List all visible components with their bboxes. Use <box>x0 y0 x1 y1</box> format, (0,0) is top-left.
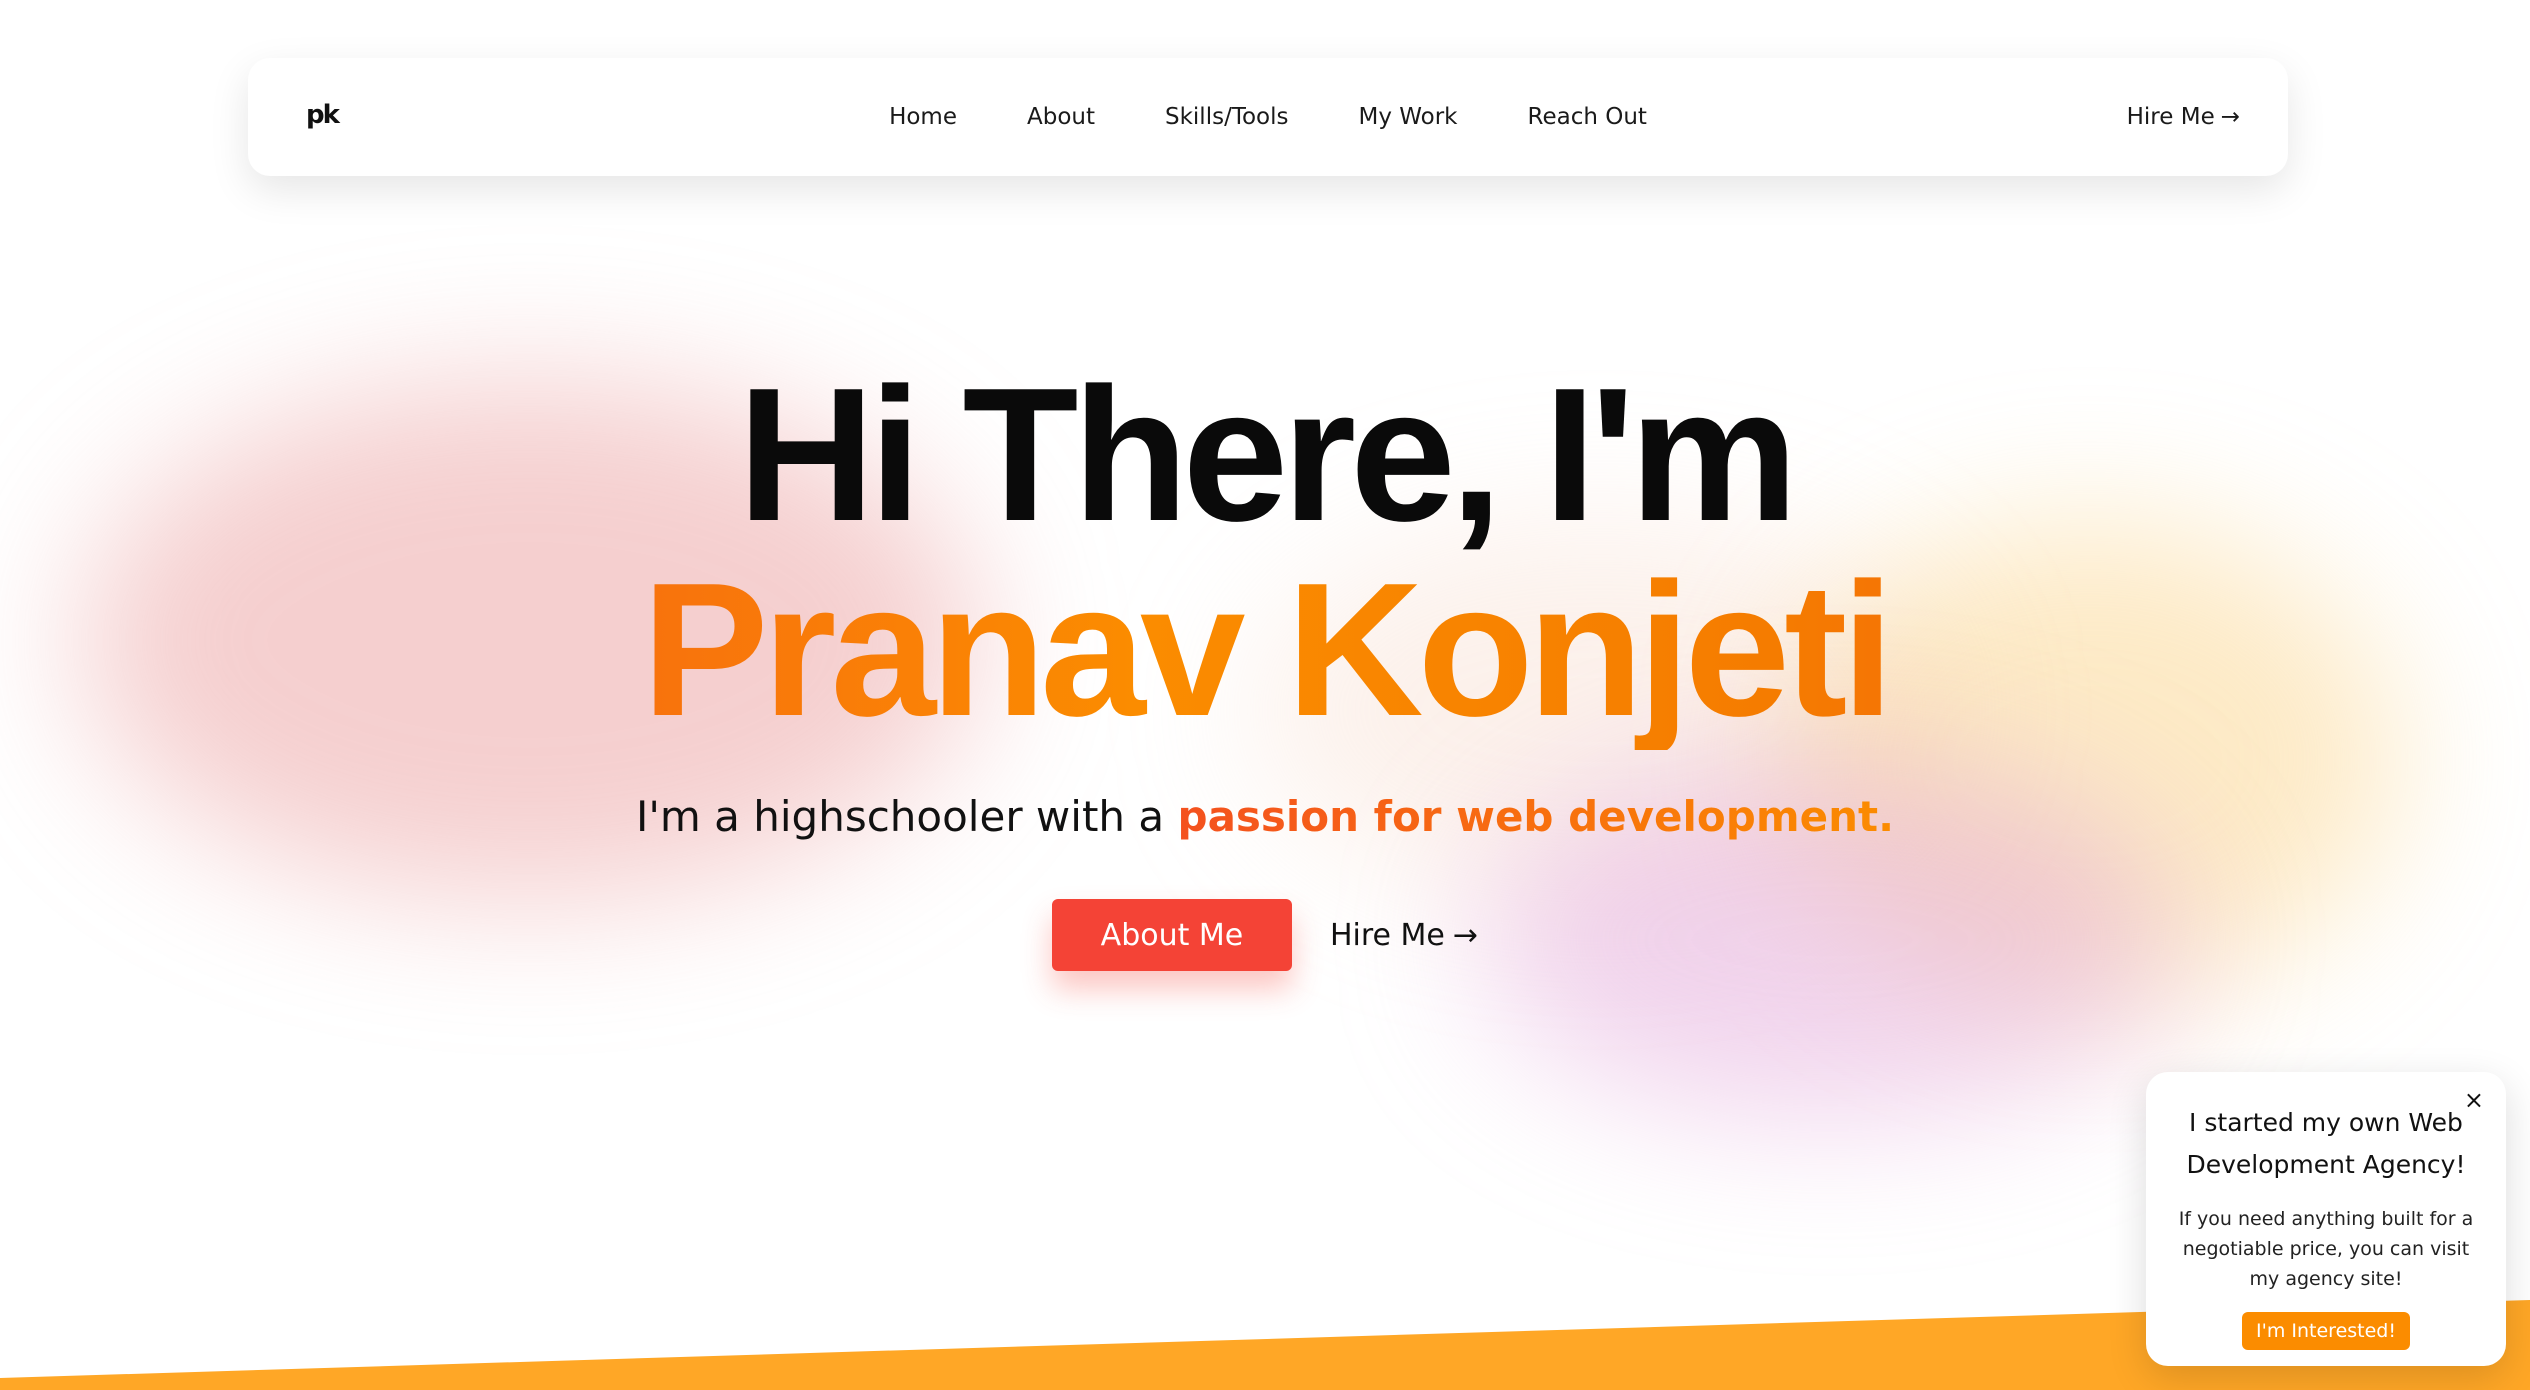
nav-hire-me-link[interactable]: Hire Me → <box>2127 58 2240 176</box>
page: pk Home About Skills/Tools My Work Reach… <box>0 0 2530 1390</box>
nav-link-home[interactable]: Home <box>889 104 957 130</box>
hero-subtitle-accent: passion for web development. <box>1177 792 1895 841</box>
nav-hire-me-label: Hire Me <box>2126 104 2215 130</box>
im-interested-button[interactable]: I'm Interested! <box>2242 1312 2410 1350</box>
nav-link-about[interactable]: About <box>1027 104 1095 130</box>
agency-popup: × I started my own Web Development Agenc… <box>2146 1072 2506 1366</box>
popup-title: I started my own Web Development Agency! <box>2186 1108 2466 1179</box>
hero-subtitle-prefix: I'm a highschooler with a <box>635 792 1165 841</box>
hero-hire-me-label: Hire Me <box>1329 917 1445 953</box>
nav-links: Home About Skills/Tools My Work Reach Ou… <box>248 58 2288 176</box>
hero-hire-me-link[interactable]: Hire Me → <box>1330 918 1478 953</box>
nav-link-skills-tools[interactable]: Skills/Tools <box>1165 104 1288 130</box>
close-icon[interactable]: × <box>2464 1086 2484 1114</box>
right-arrow-icon: → <box>2220 104 2240 130</box>
hero-greeting: Hi There, I'm <box>737 349 1799 561</box>
hero-subtitle: I'm a highschooler with a passion for we… <box>0 792 2530 841</box>
nav-link-reach-out[interactable]: Reach Out <box>1528 104 1647 130</box>
popup-body: If you need anything built for a negotia… <box>2178 1208 2474 1290</box>
hero-actions: About Me Hire Me → <box>0 899 2530 971</box>
hero-name: Pranav Konjeti <box>0 550 2530 750</box>
about-me-button[interactable]: About Me <box>1051 899 1292 971</box>
nav-link-my-work[interactable]: My Work <box>1358 104 1457 130</box>
hero: Hi There, I'm Pranav Konjeti I'm a highs… <box>0 360 2530 971</box>
navbar: pk Home About Skills/Tools My Work Reach… <box>248 58 2288 176</box>
right-arrow-icon: → <box>1452 917 1479 953</box>
